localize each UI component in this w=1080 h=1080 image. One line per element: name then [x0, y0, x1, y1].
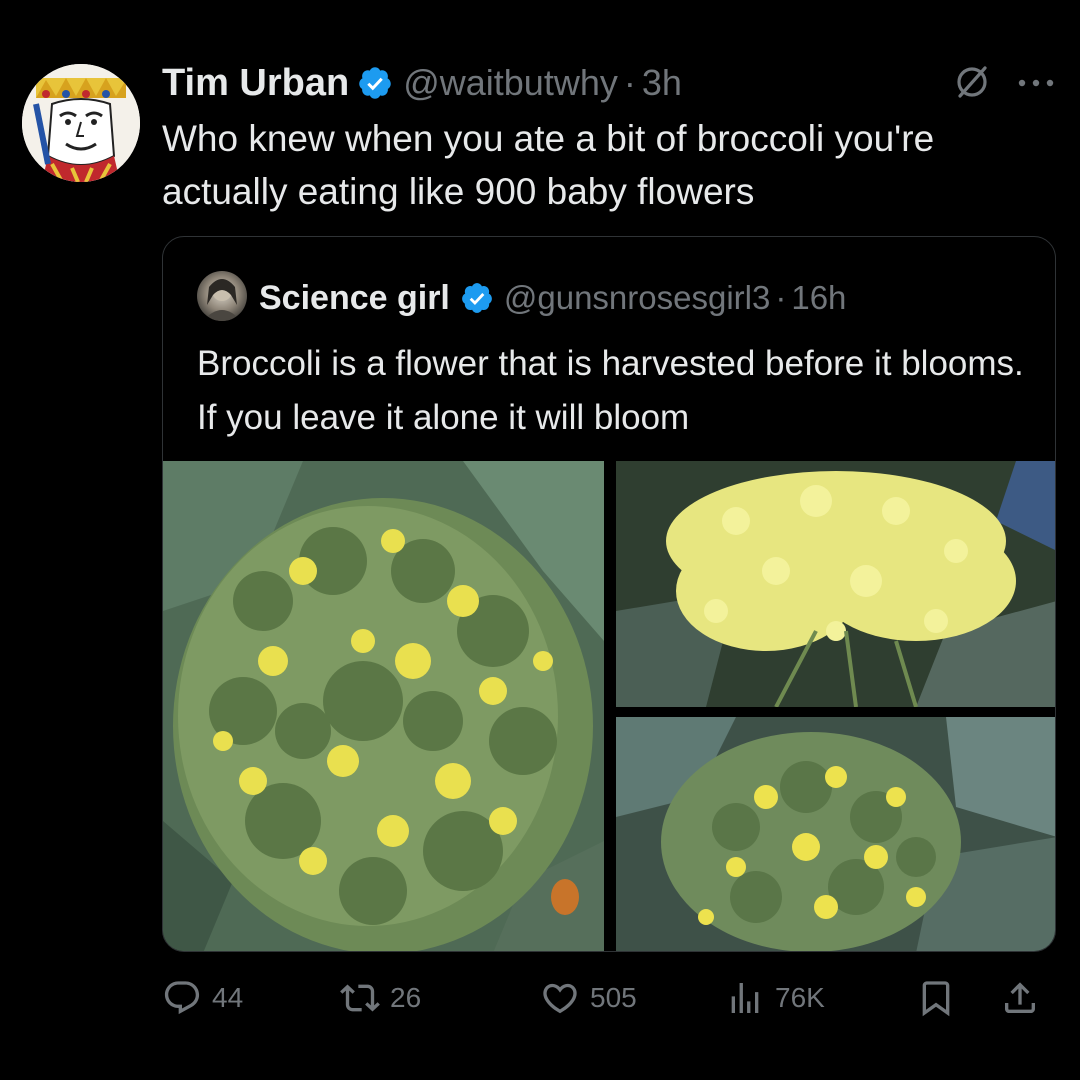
author-handle[interactable]: @waitbutwhy	[403, 62, 618, 104]
tweet-header: Tim Urban @waitbutwhy · 3h	[162, 58, 682, 108]
author-name[interactable]: Tim Urban	[162, 62, 349, 105]
verified-badge-icon	[461, 283, 492, 313]
like-count: 505	[590, 982, 637, 1013]
media-photo-bloomed-broccoli[interactable]	[616, 461, 1055, 707]
tweet-timestamp[interactable]: 3h	[642, 62, 682, 104]
verified-badge-icon	[359, 67, 391, 99]
reply-icon	[164, 981, 200, 1015]
repost-button[interactable]: 26	[340, 970, 421, 1026]
tweet-action-bar: 44 26 505 76K	[160, 970, 1060, 1026]
grok-icon[interactable]	[952, 62, 992, 102]
separator-dot: ·	[623, 62, 636, 103]
analytics-icon	[731, 983, 759, 1013]
author-avatar[interactable]	[22, 64, 140, 182]
media-photo-blooming-head[interactable]	[616, 717, 1055, 951]
quoted-author-name[interactable]: Science girl	[259, 279, 450, 318]
share-button[interactable]	[1000, 970, 1050, 1026]
bookmark-icon	[922, 981, 950, 1017]
quoted-tweet-timestamp[interactable]: 16h	[791, 279, 846, 317]
share-icon	[1005, 982, 1035, 1013]
views-count: 76K	[775, 982, 825, 1013]
quoted-tweet-text: Broccoli is a flower that is harvested b…	[197, 344, 1024, 437]
reply-button[interactable]: 44	[162, 970, 243, 1026]
reply-count: 44	[212, 982, 244, 1013]
quoted-tweet-card[interactable]: Science girl @gunsnrosesgirl3 · 16h Broc…	[162, 236, 1056, 952]
media-grid	[163, 461, 1055, 951]
repost-count: 26	[390, 982, 422, 1013]
quoted-author-avatar[interactable]	[197, 271, 247, 321]
media-photo-broccoli-head[interactable]	[163, 461, 604, 951]
repost-icon	[340, 984, 380, 1012]
tweet-text: Who knew when you ate a bit of broccoli …	[162, 118, 935, 212]
like-button[interactable]: 505	[540, 970, 637, 1026]
separator-dot: ·	[775, 279, 787, 316]
quoted-author-handle[interactable]: @gunsnrosesgirl3	[504, 279, 770, 317]
quoted-tweet-header: Science girl @gunsnrosesgirl3 · 16h	[259, 271, 846, 325]
bookmark-button[interactable]	[916, 970, 966, 1026]
more-icon[interactable]	[1016, 78, 1056, 88]
views-button[interactable]: 76K	[725, 970, 825, 1026]
heart-icon	[543, 983, 577, 1014]
